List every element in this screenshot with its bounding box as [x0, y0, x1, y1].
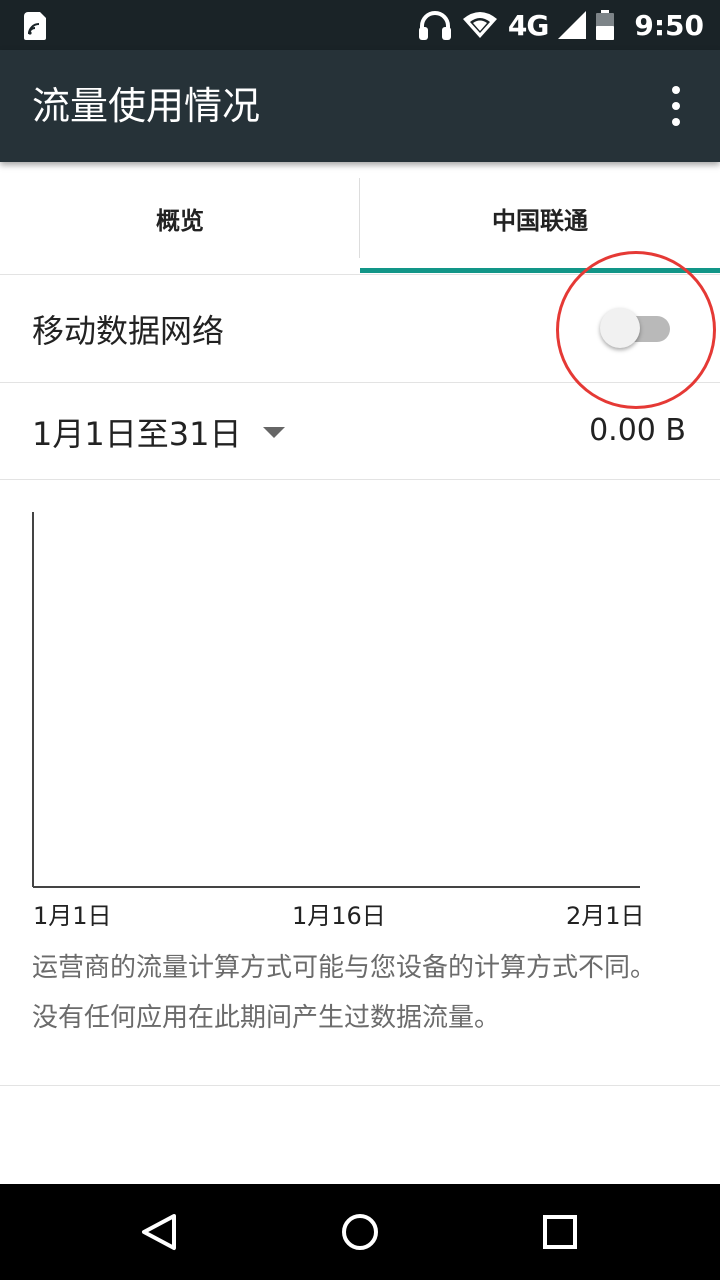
tab-overview[interactable]: 概览 [0, 162, 360, 274]
toggle-thumb [600, 308, 640, 348]
recents-icon[interactable] [538, 1210, 582, 1254]
wifi-icon [462, 12, 497, 38]
mobile-data-label: 移动数据网络 [32, 312, 225, 350]
divider [0, 1085, 720, 1086]
signal-icon [558, 11, 587, 39]
tab-china-unicom-label: 中国联通 [492, 206, 588, 235]
network-type-label: 4G [507, 8, 549, 42]
usage-chart: 1月1日 1月16日 2月1日 [0, 480, 720, 950]
headphones-icon [418, 11, 451, 40]
page-title: 流量使用情况 [32, 84, 261, 128]
status-icons: 4G 9:50 [418, 0, 704, 50]
tab-china-unicom[interactable]: 中国联通 [360, 162, 720, 274]
usage-notes: 运营商的流量计算方式可能与您设备的计算方式不同。 没有任何应用在此期间产生过数据… [32, 952, 672, 1034]
sim-card-icon [24, 12, 46, 40]
navigation-bar [0, 1184, 720, 1280]
chart-svg [32, 512, 640, 888]
carrier-note: 运营商的流量计算方式可能与您设备的计算方式不同。 [32, 953, 657, 983]
app-bar: 流量使用情况 [0, 50, 720, 162]
x-tick-label: 1月16日 [292, 902, 386, 930]
more-vert-icon[interactable] [656, 86, 696, 126]
clock: 9:50 [634, 8, 704, 42]
selected-tab-indicator [360, 268, 720, 273]
tab-bar: 概览 中国联通 [0, 162, 720, 275]
back-icon[interactable] [138, 1210, 182, 1254]
x-tick-label: 2月1日 [566, 902, 645, 930]
date-range-label: 1月1日至31日 [32, 415, 242, 453]
home-icon[interactable] [338, 1210, 382, 1254]
tab-overview-label: 概览 [156, 206, 204, 235]
date-range-selector[interactable]: 1月1日至31日 [32, 409, 286, 455]
mobile-data-toggle[interactable] [600, 308, 672, 348]
status-bar: 4G 9:50 [0, 0, 720, 50]
no-usage-note: 没有任何应用在此期间产生过数据流量。 [32, 1003, 501, 1033]
usage-total: 0.00 B [589, 413, 686, 448]
battery-icon [596, 10, 615, 40]
x-tick-label: 1月1日 [33, 902, 112, 930]
dropdown-arrow-icon [263, 426, 286, 438]
date-range-row: 1月1日至31日 0.00 B [0, 383, 720, 480]
